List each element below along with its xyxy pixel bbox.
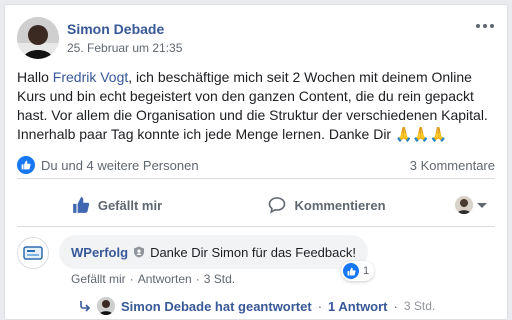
- separator: ·: [317, 298, 323, 314]
- comment-bubble: WPerfolg Danke Dir Simon für das Feedbac…: [59, 235, 368, 269]
- post-author-name[interactable]: Simon Debade: [67, 21, 164, 37]
- replies-author[interactable]: Simon Debade hat geantwortet: [121, 299, 312, 314]
- replies-count[interactable]: 1 Antwort: [328, 299, 387, 314]
- separator: ·: [195, 272, 200, 286]
- separator: ·: [129, 272, 134, 286]
- post-timestamp[interactable]: 25. Februar um 21:35: [67, 41, 182, 55]
- comments-count[interactable]: 3 Kommentare: [410, 158, 495, 173]
- comment-reply-link[interactable]: Antworten: [138, 272, 192, 286]
- chevron-down-icon: [477, 202, 487, 208]
- comment-bubble-icon: [269, 197, 286, 214]
- comment: WPerfolg Danke Dir Simon für das Feedbac…: [17, 235, 495, 295]
- wperfolg-logo-icon: [18, 238, 48, 268]
- separator: ·: [393, 298, 398, 314]
- replier-avatar: [97, 297, 115, 315]
- thumbs-up-icon: [72, 197, 89, 213]
- likes-summary[interactable]: Du und 4 weitere Personen: [41, 158, 199, 173]
- author-photo-icon: [17, 17, 59, 59]
- post-stats: Du und 4 weitere Personen 3 Kommentare: [17, 153, 495, 179]
- like-button[interactable]: Gefällt mir: [17, 187, 217, 223]
- comment-button[interactable]: Kommentieren: [227, 187, 427, 223]
- reaction-count: 1: [363, 265, 370, 277]
- replies-time: 3 Std.: [403, 299, 436, 313]
- post-as-selector[interactable]: [455, 195, 495, 215]
- like-reaction-icon: [17, 156, 35, 174]
- comment-reactions[interactable]: 1: [341, 261, 375, 281]
- comment-time[interactable]: 3 Std.: [204, 272, 235, 286]
- post-header: Simon Debade 25. Februar um 21:35: [17, 17, 495, 59]
- comment-text: Danke Dir Simon für das Feedback!: [150, 244, 356, 260]
- more-options-icon[interactable]: [475, 19, 495, 33]
- like-button-label: Gefällt mir: [97, 197, 163, 213]
- post-text-start: Hallo: [17, 69, 53, 85]
- reply-arrow-icon: [80, 301, 91, 312]
- author-avatar[interactable]: [17, 17, 59, 59]
- commenter-avatar[interactable]: [17, 237, 49, 269]
- replies-summary[interactable]: Simon Debade hat geantwortet · 1 Antwort…: [79, 295, 435, 317]
- comment-like-link[interactable]: Gefällt mir: [71, 272, 126, 286]
- post-card: Simon Debade 25. Februar um 21:35 Hallo …: [4, 4, 508, 320]
- comment-button-label: Kommentieren: [294, 197, 386, 213]
- mention-link[interactable]: Fredrik Vogt: [53, 69, 128, 85]
- viewer-avatar: [455, 196, 473, 214]
- like-reaction-icon: [343, 263, 359, 279]
- post-actions: Gefällt mir Kommentieren: [17, 187, 495, 227]
- commenter-name[interactable]: WPerfolg: [71, 245, 128, 260]
- shield-icon: [134, 246, 145, 258]
- post-body: Hallo Fredrik Vogt, ich beschäftige mich…: [17, 68, 497, 144]
- comment-meta: Gefällt mir · Antworten · 3 Std.: [71, 272, 235, 286]
